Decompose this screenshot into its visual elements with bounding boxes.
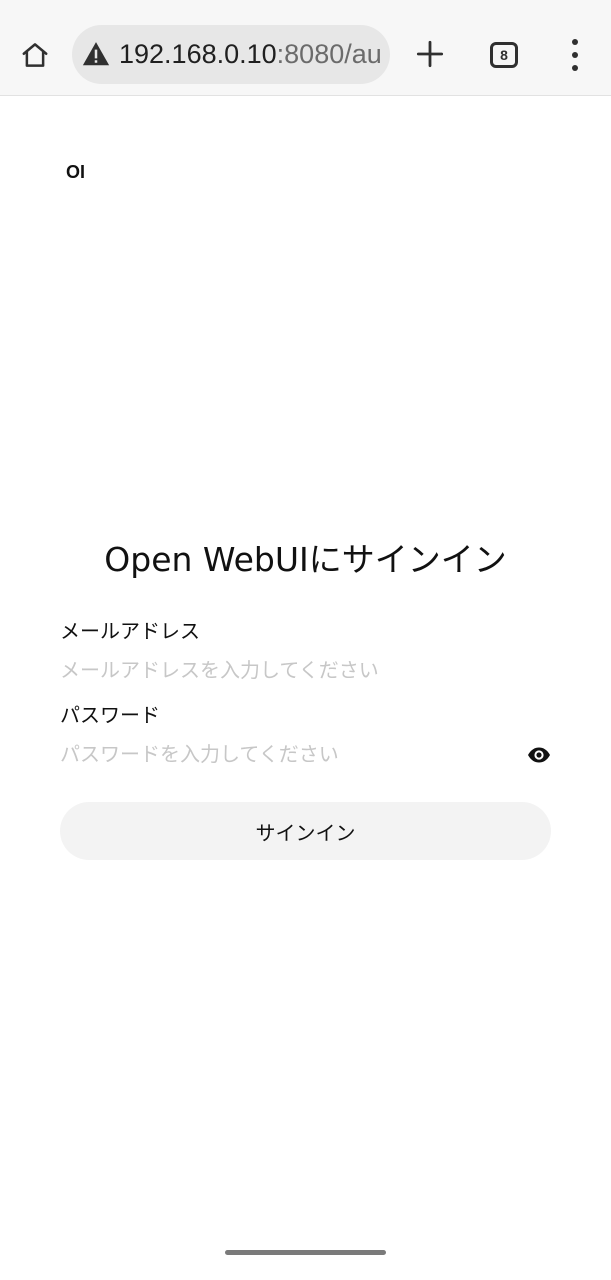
more-vert-icon[interactable]: [562, 39, 588, 71]
home-icon[interactable]: [14, 34, 56, 76]
url-path: :8080/auth: [276, 39, 381, 69]
url-text[interactable]: 192.168.0.10:8080/auth: [119, 38, 381, 70]
password-label: パスワード: [60, 703, 160, 727]
signin-button[interactable]: サインイン: [60, 802, 551, 860]
plus-icon: [416, 40, 444, 68]
email-field[interactable]: [60, 653, 520, 687]
page-title: Open WebUIにサインイン: [104, 540, 507, 579]
tab-switcher-button[interactable]: 8: [490, 42, 518, 68]
email-label: メールアドレス: [60, 619, 200, 643]
eye-icon[interactable]: [527, 743, 551, 767]
url-host: 192.168.0.10: [119, 39, 277, 69]
new-tab-button[interactable]: [410, 34, 450, 74]
tab-count: 8: [500, 47, 508, 63]
app-logo: OI: [66, 162, 86, 182]
screen: 192.168.0.10:8080/auth 8 OI Open WebUIにサ…: [0, 0, 611, 1280]
browser-toolbar: 192.168.0.10:8080/auth 8: [0, 0, 611, 96]
address-bar[interactable]: 192.168.0.10:8080/auth: [72, 25, 390, 84]
password-field[interactable]: [60, 737, 500, 771]
gesture-bar[interactable]: [225, 1250, 386, 1255]
warning-triangle-icon[interactable]: [81, 39, 111, 69]
